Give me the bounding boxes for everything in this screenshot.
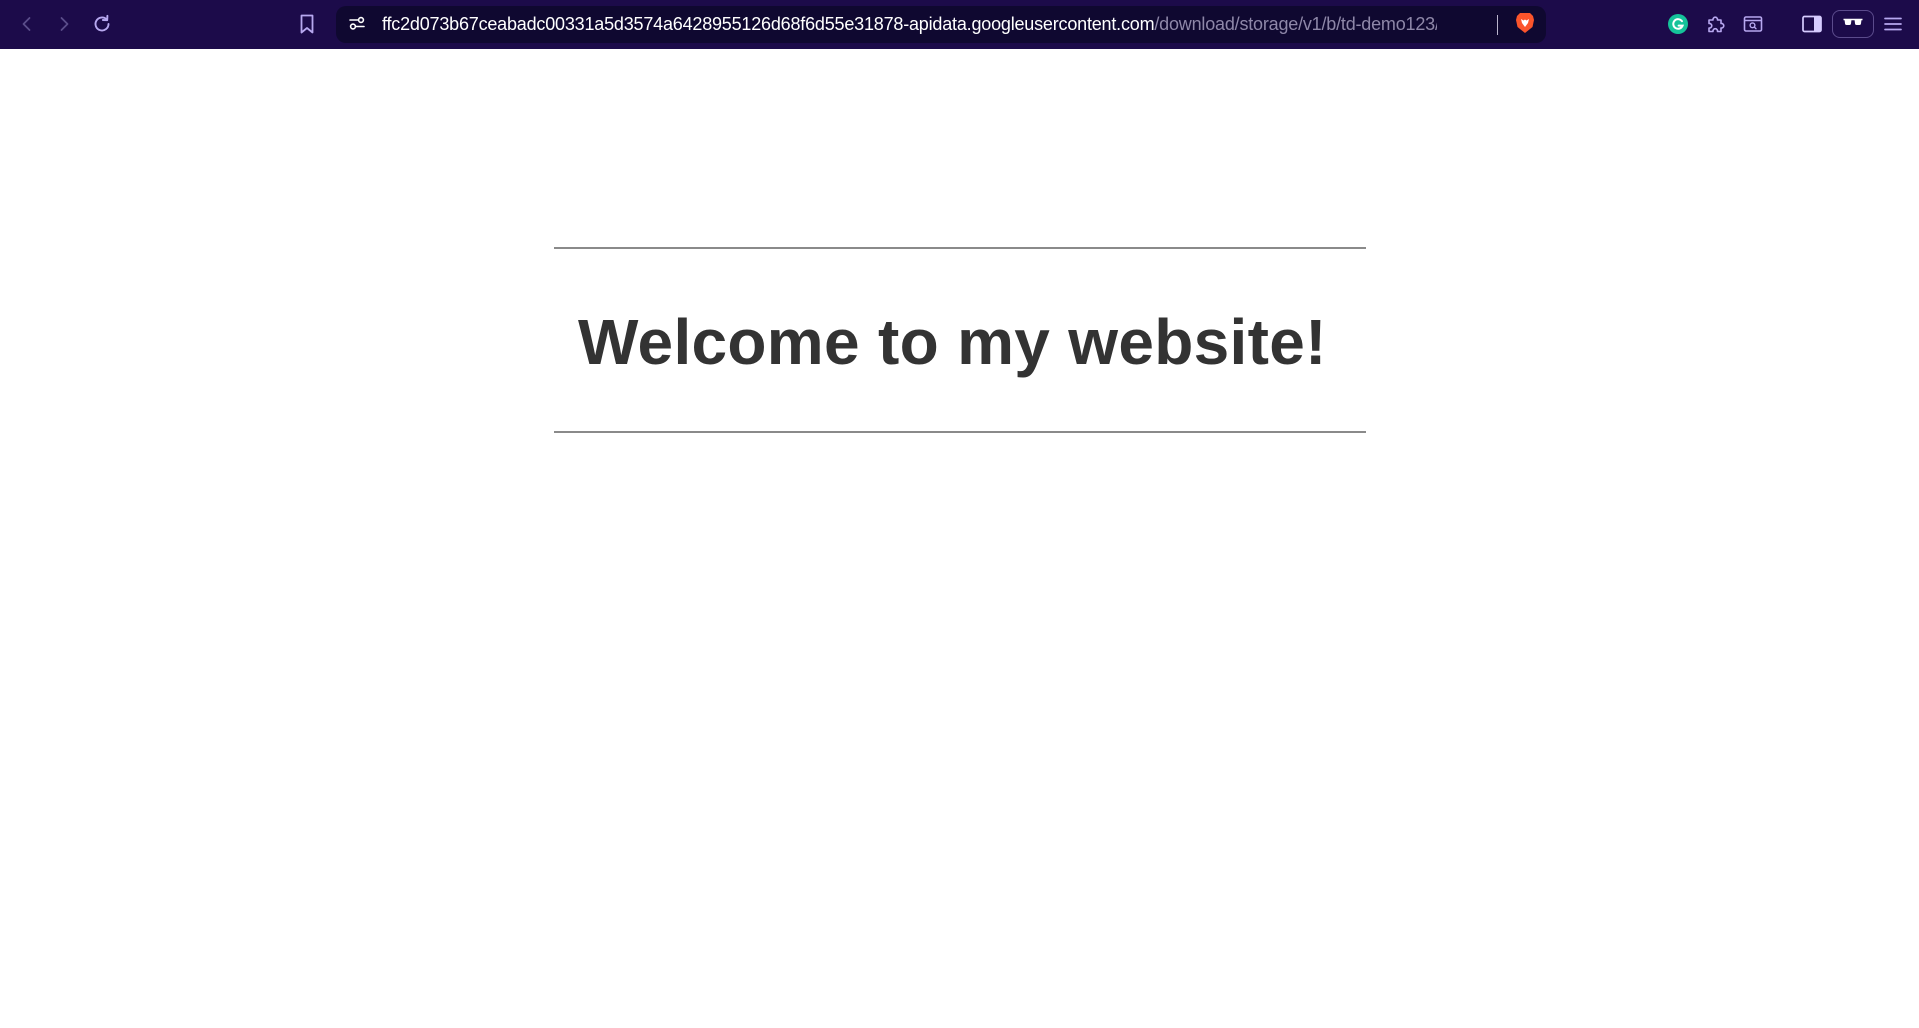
private-glasses-icon — [1842, 15, 1864, 33]
address-bar-url[interactable]: ffc2d073b67ceabadc00331a5d3574a642895512… — [382, 6, 1437, 43]
extensions-puzzle-icon — [1705, 13, 1727, 35]
main-menu-button[interactable] — [1876, 8, 1910, 40]
url-host: ffc2d073b67ceabadc00331a5d3574a642895512… — [382, 14, 1155, 34]
hero-section: Welcome to my website! — [554, 247, 1366, 433]
bookmark-icon — [297, 13, 317, 35]
bookmark-button[interactable] — [290, 8, 324, 40]
forward-arrow-icon — [55, 15, 73, 33]
page-title: Welcome to my website! — [578, 306, 1327, 378]
forward-button[interactable] — [47, 8, 81, 40]
reader-mode-button[interactable] — [1736, 8, 1770, 40]
site-settings-button[interactable] — [342, 10, 372, 40]
page-content: Welcome to my website! — [0, 49, 1919, 1028]
back-button[interactable] — [10, 8, 44, 40]
site-settings-icon — [347, 14, 367, 37]
back-arrow-icon — [18, 15, 36, 33]
reader-mode-icon — [1742, 14, 1764, 34]
hamburger-menu-icon — [1882, 15, 1904, 33]
browser-toolbar: ffc2d073b67ceabadc00331a5d3574a642895512… — [0, 0, 1919, 49]
extensions-button[interactable] — [1699, 8, 1733, 40]
reload-button[interactable] — [85, 8, 119, 40]
address-bar[interactable]: ffc2d073b67ceabadc00331a5d3574a642895512… — [336, 6, 1546, 43]
brave-shields-button[interactable] — [1511, 11, 1539, 39]
reload-icon — [91, 13, 113, 35]
brave-shields-icon — [1514, 11, 1536, 40]
sidebar-toggle-button[interactable] — [1795, 8, 1829, 40]
address-bar-divider — [1497, 15, 1498, 35]
grammarly-button[interactable] — [1661, 8, 1695, 40]
private-profile-button[interactable] — [1832, 10, 1874, 38]
sidebar-icon — [1801, 14, 1823, 34]
url-path: /download/storage/v1/b/td-demo123/o/i... — [1154, 14, 1437, 34]
grammarly-icon — [1667, 13, 1689, 35]
